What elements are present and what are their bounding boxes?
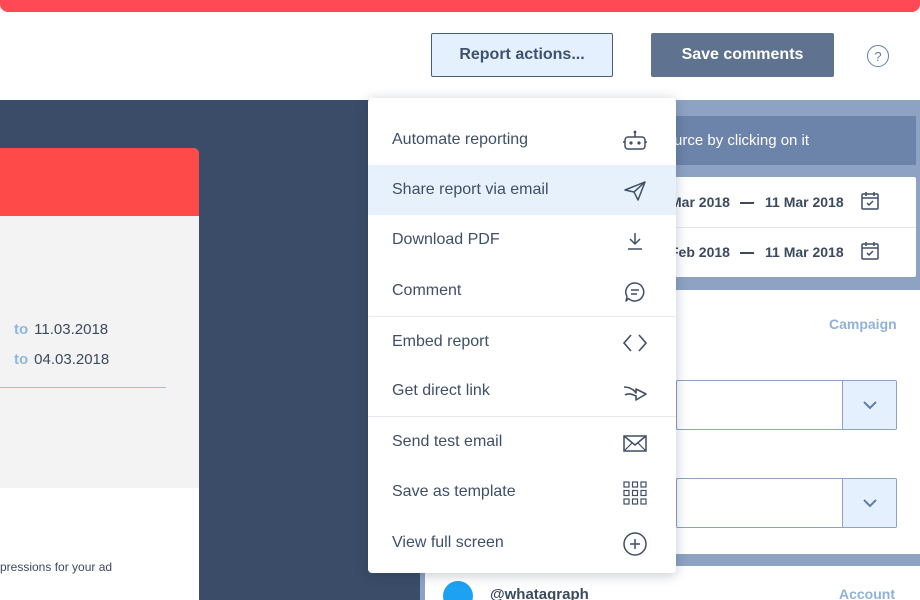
code-brackets-icon (622, 330, 648, 356)
menu-item-get-direct-link[interactable]: Get direct link (368, 366, 676, 416)
share-arrow-icon (622, 379, 648, 405)
calendar-icon[interactable] (860, 191, 880, 211)
menu-item-label: Share report via email (392, 181, 549, 198)
impressions-text: pressions for your ad (0, 560, 113, 574)
account-handle: @whatagraph (490, 586, 589, 600)
date-from: Mar 2018 (670, 194, 730, 210)
menu-item-label: Save as template (392, 483, 516, 500)
campaign-select[interactable] (676, 380, 897, 430)
download-icon (622, 228, 648, 254)
menu-item-comment[interactable]: Comment (368, 266, 676, 316)
twitter-icon (443, 581, 473, 600)
report-card-header (0, 148, 199, 216)
account-label: Account (839, 586, 895, 600)
help-icon[interactable]: ? (867, 45, 889, 67)
chevron-down-icon[interactable] (842, 479, 896, 527)
date-from: Feb 2018 (670, 244, 730, 260)
report-card: to 11.03.2018 to 04.03.2018 pressions for … (0, 148, 199, 600)
calendar-icon[interactable] (860, 241, 880, 261)
menu-item-view-full-screen[interactable]: View full screen (368, 518, 676, 568)
paper-plane-icon (622, 178, 648, 204)
menu-item-share-report-via-email[interactable]: Share report via email (368, 165, 676, 215)
metric-select[interactable] (676, 478, 897, 528)
date-range-row-1: to 11.03.2018 (14, 321, 108, 338)
save-comments-button[interactable]: Save comments (651, 33, 834, 77)
report-actions-menu: Automate reporting Share report via emai… (368, 98, 676, 573)
top-accent-bar (0, 0, 920, 12)
menu-item-label: View full screen (392, 534, 504, 551)
to-label: to (14, 321, 29, 338)
comment-icon (622, 279, 648, 305)
menu-item-save-as-template[interactable]: Save as template (368, 467, 676, 517)
date-dash (740, 202, 754, 204)
chevron-down-icon[interactable] (842, 381, 896, 429)
envelope-icon (622, 430, 648, 456)
date-dash (740, 252, 754, 254)
report-actions-button[interactable]: Report actions... (431, 33, 613, 77)
campaign-label: Campaign (829, 316, 897, 332)
plus-circle-icon (622, 531, 648, 557)
menu-item-embed-report[interactable]: Embed report (368, 317, 676, 367)
hint-text: urce by clicking on it (674, 132, 810, 149)
date-until: 11 Mar 2018 (765, 194, 844, 210)
menu-item-label: Send test email (392, 433, 503, 450)
date-until: 11 Mar 2018 (765, 244, 844, 260)
menu-item-label: Embed report (392, 333, 489, 350)
to-label: to (14, 351, 29, 368)
date-filter-panel: to 11.03.2018 to 04.03.2018 (0, 216, 199, 488)
menu-item-automate-reporting[interactable]: Automate reporting (368, 115, 676, 165)
menu-item-label: Automate reporting (392, 131, 529, 148)
date-range-row-2: to 04.03.2018 (14, 351, 109, 368)
date-value: 11.03.2018 (34, 321, 109, 338)
grid-icon (622, 480, 648, 506)
divider (0, 387, 166, 388)
menu-item-send-test-email[interactable]: Send test email (368, 417, 676, 467)
robot-icon (622, 128, 648, 154)
menu-item-download-pdf[interactable]: Download PDF (368, 215, 676, 265)
menu-item-label: Comment (392, 282, 462, 299)
date-value: 04.03.2018 (34, 351, 110, 368)
menu-item-label: Download PDF (392, 231, 500, 248)
menu-item-label: Get direct link (392, 382, 490, 399)
